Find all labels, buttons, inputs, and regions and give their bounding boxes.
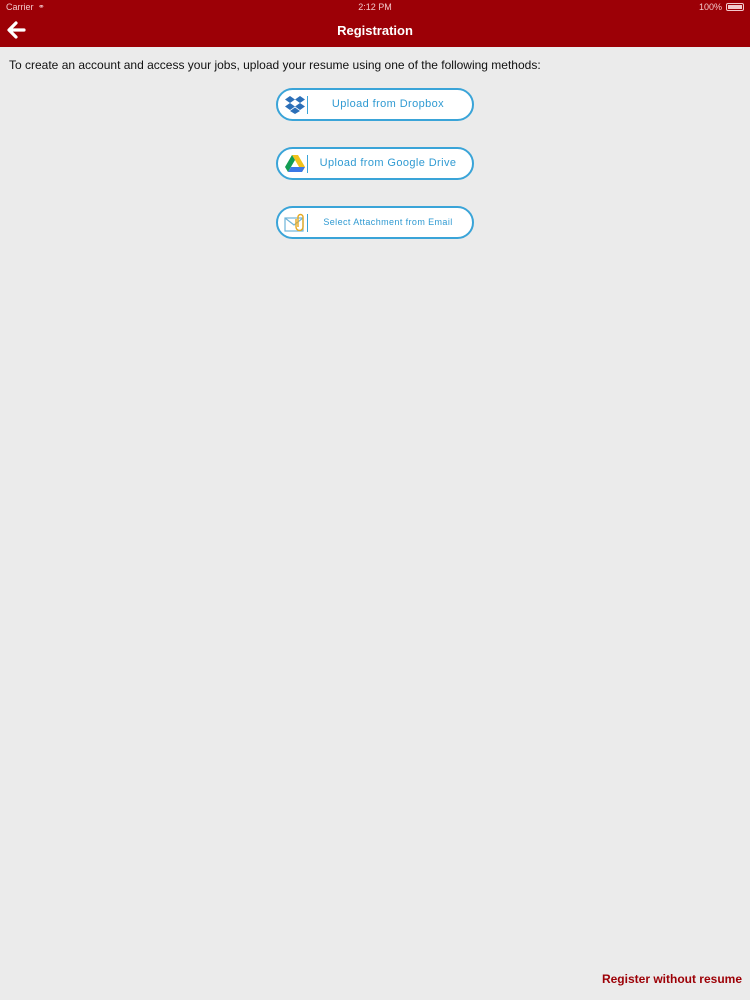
upload-dropbox-label: Upload from Dropbox <box>331 98 445 110</box>
email-attachment-icon <box>284 213 306 233</box>
register-without-resume-link[interactable]: Register without resume <box>602 972 742 986</box>
upload-google-drive-button[interactable]: Upload from Google Drive <box>276 147 474 180</box>
dropbox-icon <box>284 95 306 115</box>
navigation-bar: Registration <box>0 14 750 47</box>
status-time: 2:12 PM <box>358 2 392 12</box>
status-bar: Carrier ⚭ 2:12 PM 100% <box>0 0 750 14</box>
select-email-attachment-button[interactable]: Select Attachment from Email <box>276 206 474 239</box>
instructions-text: To create an account and access your job… <box>9 58 541 72</box>
battery-icon <box>726 3 744 11</box>
upload-google-drive-label: Upload from Google Drive <box>319 157 457 169</box>
button-divider <box>307 155 308 173</box>
button-divider <box>307 96 308 114</box>
button-divider <box>307 214 308 232</box>
battery-percentage: 100% <box>698 2 722 12</box>
upload-dropbox-button[interactable]: Upload from Dropbox <box>276 88 474 121</box>
select-email-attachment-label: Select Attachment from Email <box>323 217 453 227</box>
google-drive-icon <box>284 154 306 174</box>
page-title: Registration <box>337 23 413 38</box>
